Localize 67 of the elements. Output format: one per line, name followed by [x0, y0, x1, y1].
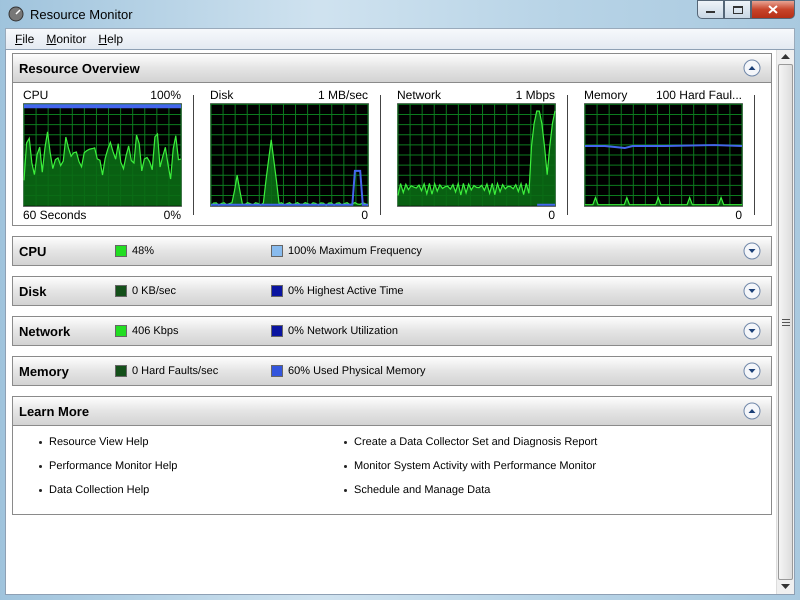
- window-title: Resource Monitor: [30, 6, 133, 22]
- help-link[interactable]: Performance Monitor Help: [49, 460, 178, 472]
- bullet-icon: [39, 440, 42, 444]
- scrollbar-thumb[interactable]: [778, 64, 793, 580]
- graph-scale: 100 Hard Faul...: [656, 88, 742, 102]
- graph-scale: 1 MB/sec: [318, 88, 368, 102]
- bullet-icon: [39, 464, 42, 468]
- menu-item[interactable]: Monitor: [40, 30, 92, 48]
- bullet-icon: [344, 464, 347, 468]
- graph-scale: 100%: [150, 88, 181, 102]
- section-title: Network: [19, 324, 72, 338]
- summary-value: 100% Maximum Frequency: [288, 245, 422, 257]
- graph-minimum: 0: [735, 208, 742, 222]
- maximize-icon: [732, 6, 742, 14]
- summary-value: 48%: [132, 245, 154, 257]
- gauge-icon: [8, 6, 24, 22]
- graph-label: CPU: [23, 88, 48, 102]
- graph-label: Network: [397, 88, 442, 102]
- collapse-icon[interactable]: [743, 59, 761, 77]
- menu-item[interactable]: Help: [92, 30, 130, 48]
- menu-item[interactable]: File: [9, 30, 40, 48]
- help-link[interactable]: Data Collection Help: [49, 484, 150, 496]
- graph-minimum: 0%: [164, 208, 181, 222]
- section-header[interactable]: Disk 0 KB/sec 0% Highest Active Time: [13, 277, 771, 305]
- section-header[interactable]: CPU 48% 100% Maximum Frequency: [13, 237, 771, 265]
- section-header[interactable]: Network 406 Kbps 0% Network Utilization: [13, 317, 771, 345]
- graph-scale: 1 Mbps: [516, 88, 555, 102]
- summary-value: 0 KB/sec: [132, 285, 176, 297]
- section-title: CPU: [19, 244, 48, 258]
- help-link[interactable]: Resource View Help: [49, 436, 148, 448]
- section-title: Disk: [19, 284, 48, 298]
- graph-label: Memory: [584, 88, 628, 102]
- close-icon: [768, 5, 778, 14]
- bullet-icon: [344, 488, 347, 492]
- scroll-down-icon[interactable]: [781, 584, 790, 590]
- graph-minimum: 0: [361, 208, 368, 222]
- section-title: Memory: [19, 364, 70, 378]
- bullet-icon: [39, 488, 42, 492]
- section-header[interactable]: Learn More: [13, 397, 771, 425]
- section-title: Resource Overview: [19, 60, 140, 76]
- secondary-line: [537, 204, 556, 206]
- vertical-scrollbar[interactable]: [776, 50, 794, 594]
- bullet-icon: [344, 440, 347, 444]
- graph-label: Disk: [210, 88, 234, 102]
- summary-value: 0 Hard Faults/sec: [132, 365, 218, 377]
- summary-value: 406 Kbps: [132, 325, 178, 337]
- scroll-up-icon[interactable]: [781, 54, 790, 60]
- help-link[interactable]: Monitor System Activity with Performance Monitor: [354, 460, 596, 472]
- section-title: Learn More: [19, 404, 90, 418]
- graph-minimum: 0: [548, 208, 555, 222]
- help-link[interactable]: Schedule and Manage Data: [354, 484, 490, 496]
- section-header[interactable]: Memory 0 Hard Faults/sec 60% Used Physical Memory: [13, 357, 771, 385]
- summary-value: 60% Used Physical Memory: [288, 365, 426, 377]
- section-header[interactable]: Resource Overview: [13, 54, 771, 82]
- grip-icon: [782, 318, 790, 326]
- help-link[interactable]: Create a Data Collector Set and Diagnosis Report: [354, 436, 598, 448]
- maximize-button[interactable]: [724, 0, 751, 19]
- collapse-icon[interactable]: [743, 402, 761, 420]
- expand-icon[interactable]: [743, 242, 761, 260]
- time-span-label: 60 Seconds: [23, 208, 86, 222]
- expand-icon[interactable]: [743, 282, 761, 300]
- close-button[interactable]: [751, 0, 795, 19]
- summary-value: 0% Highest Active Time: [288, 285, 404, 297]
- expand-icon[interactable]: [743, 362, 761, 380]
- summary-value: 0% Network Utilization: [288, 325, 398, 337]
- minimize-button[interactable]: [697, 0, 724, 19]
- expand-icon[interactable]: [743, 322, 761, 340]
